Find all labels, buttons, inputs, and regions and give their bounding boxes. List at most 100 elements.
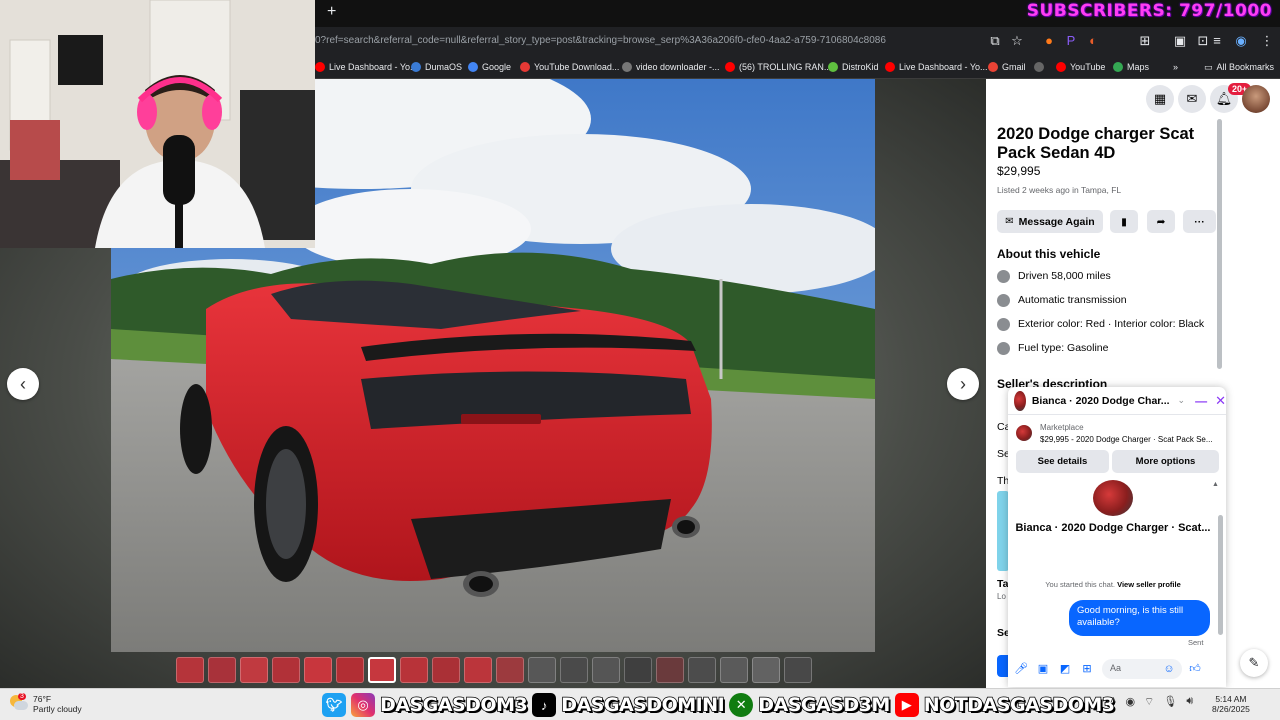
bookmark-item[interactable]: DistroKid (828, 60, 879, 74)
media-controls-icon[interactable]: ▣ (1172, 33, 1188, 49)
more-options-button[interactable]: More options (1112, 450, 1219, 473)
photo-thumbnail[interactable] (656, 657, 684, 683)
microphone-icon[interactable]: 🎤︎ (1014, 662, 1028, 676)
photo-thumbnail[interactable] (464, 657, 492, 683)
app-tray-icon[interactable]: ◉ (1125, 695, 1135, 709)
save-button[interactable]: ▮ (1110, 210, 1138, 233)
panel-scrollbar[interactable] (1217, 119, 1222, 369)
gif-icon[interactable]: ⊞ (1080, 662, 1094, 676)
network-icon[interactable]: ⌔ (1144, 695, 1154, 709)
chevron-down-icon[interactable]: ⌄ (1178, 395, 1186, 406)
address-bar[interactable]: 0?ref=search&referral_code=null&referral… (315, 27, 1280, 55)
chat-scrollbar[interactable] (1218, 515, 1223, 635)
menu-grid-button[interactable]: ▦ (1146, 85, 1174, 113)
photo-thumbnail[interactable] (208, 657, 236, 683)
bookmark-item[interactable]: Maps (1113, 60, 1149, 74)
bookmark-label: YouTube (1070, 62, 1106, 72)
bookmark-item[interactable]: DumaOS (411, 60, 462, 74)
photo-thumbnail[interactable] (240, 657, 268, 683)
paint-icon (997, 317, 1010, 331)
photo-thumbnail[interactable] (400, 657, 428, 683)
bookmark-item[interactable]: Google (468, 60, 511, 74)
more-actions-button[interactable]: ··· (1183, 210, 1216, 233)
thumbs-up-icon[interactable]: 👍︎ (1188, 662, 1202, 676)
bookmark-star-icon[interactable]: ☆ (1009, 33, 1025, 49)
weather-temperature: 76°F (33, 694, 52, 704)
scroll-up-arrow-icon[interactable]: ▲ (1212, 481, 1219, 488)
bookmarks-bar: Live Dashboard - Yo... DumaOS Google You… (315, 55, 1280, 79)
photo-thumbnail-selected[interactable] (368, 657, 396, 683)
facebook-top-bar: ▦ ✉ 🔔︎ 20+ (986, 79, 1280, 119)
photo-thumbnail[interactable] (592, 657, 620, 683)
bookmarks-overflow-icon[interactable]: » (1173, 60, 1178, 74)
photo-thumbnail[interactable] (432, 657, 460, 683)
close-icon[interactable]: ✕ (1215, 393, 1226, 409)
volume-icon[interactable]: 🔊︎ (1186, 695, 1193, 709)
bookmark-item[interactable]: YouTube (1056, 60, 1105, 74)
message-again-button[interactable]: ✉ Message Again (997, 210, 1103, 233)
weather-widget[interactable]: 3 76°F Partly cloudy (10, 693, 82, 714)
bookmark-favicon-icon (885, 62, 895, 72)
photo-thumbnail[interactable] (720, 657, 748, 683)
photo-thumbnail[interactable] (496, 657, 524, 683)
bookmark-item[interactable] (1034, 60, 1044, 74)
url-text[interactable]: 0?ref=search&referral_code=null&referral… (315, 35, 886, 46)
bookmark-item[interactable]: (56) TROLLING RAN... (725, 60, 831, 74)
photo-thumbnail[interactable] (336, 657, 364, 683)
bookmark-item[interactable]: Live Dashboard - Yo... (315, 60, 418, 74)
all-bookmarks[interactable]: ▭ All Bookmarks (1204, 60, 1274, 74)
bookmark-item[interactable]: video downloader -... (622, 60, 720, 74)
profile-avatar-icon[interactable]: ◉ (1233, 33, 1249, 49)
minimize-icon[interactable]: — (1195, 394, 1207, 408)
new-tab-plus-icon[interactable]: + (327, 3, 336, 21)
browser-menu-icon[interactable]: ⋮ (1259, 33, 1275, 49)
bookmark-label: video downloader -... (636, 62, 720, 72)
listing-price: $29,995 (997, 164, 1041, 178)
bookmark-label: Live Dashboard - Yo... (329, 62, 418, 72)
photo-thumbnail[interactable] (176, 657, 204, 683)
account-avatar[interactable] (1242, 85, 1270, 113)
photo-thumbnail[interactable] (304, 657, 332, 683)
bookmark-item[interactable]: YouTube Download... (520, 60, 619, 74)
extension-orange-icon[interactable]: ◐ (1085, 33, 1101, 49)
photo-thumbnail[interactable] (752, 657, 780, 683)
chat-header[interactable]: Bianca · 2020 Dodge Char... ⌄ — ✕ (1008, 387, 1226, 415)
chevron-right-icon: › (960, 373, 966, 394)
chat-contact-name[interactable]: Bianca · 2020 Dodge Char... (1032, 395, 1170, 407)
chat-window: Bianca · 2020 Dodge Char... ⌄ — ✕ Market… (1008, 387, 1226, 687)
new-message-button[interactable]: ✎ (1240, 649, 1268, 677)
bookmark-item[interactable]: Live Dashboard - Yo... (885, 60, 988, 74)
share-button[interactable]: ➦ (1147, 210, 1175, 233)
microphone-tray-icon[interactable]: 🎙︎ (1163, 695, 1177, 709)
image-icon[interactable]: ▣ (1036, 662, 1050, 676)
description-fragment: Lo (997, 592, 1006, 601)
taskbar-clock[interactable]: 5:14 AM 8/26/2025 (1212, 694, 1250, 714)
photo-thumbnail[interactable] (528, 657, 556, 683)
photo-thumbnail[interactable] (688, 657, 716, 683)
photo-thumbnail[interactable] (784, 657, 812, 683)
partly-cloudy-icon: 3 (10, 693, 28, 713)
previous-photo-button[interactable]: ‹ (7, 368, 39, 400)
extension-p-icon[interactable]: P (1063, 33, 1079, 49)
view-seller-profile-link[interactable]: View seller profile (1117, 580, 1181, 589)
extensions-puzzle-icon[interactable]: ⊞ (1137, 33, 1153, 49)
tray-overflow-chevron-icon[interactable]: ˄ (1110, 695, 1116, 709)
messenger-button[interactable]: ✉ (1178, 85, 1206, 113)
photo-thumbnail[interactable] (560, 657, 588, 683)
next-photo-button[interactable]: › (947, 368, 979, 400)
see-details-button[interactable]: See details (1016, 450, 1109, 473)
outgoing-message-bubble[interactable]: Good morning, is this still available? (1069, 600, 1210, 636)
emoji-icon[interactable]: ☺ (1162, 662, 1176, 676)
sticker-icon[interactable]: ◩ (1058, 662, 1072, 676)
xbox-handle: DASGASD3M (757, 693, 891, 717)
grid-icon: ▦ (1153, 91, 1167, 106)
chevron-left-icon: ‹ (20, 373, 26, 394)
install-app-icon[interactable]: ⧉ (987, 33, 1003, 49)
bookmark-label: Gmail (1002, 62, 1026, 72)
photo-thumbnail[interactable] (624, 657, 652, 683)
extension-fox-icon[interactable]: ● (1041, 33, 1057, 49)
reading-list-icon[interactable]: ≡ (1209, 33, 1225, 49)
bookmark-item[interactable]: Gmail (988, 60, 1026, 74)
social-handles-overlay: 🐦︎ ◎ DASGASDOM3 ♪ DASGASDOMINI ✕ DASGASD… (322, 690, 1116, 720)
photo-thumbnail[interactable] (272, 657, 300, 683)
